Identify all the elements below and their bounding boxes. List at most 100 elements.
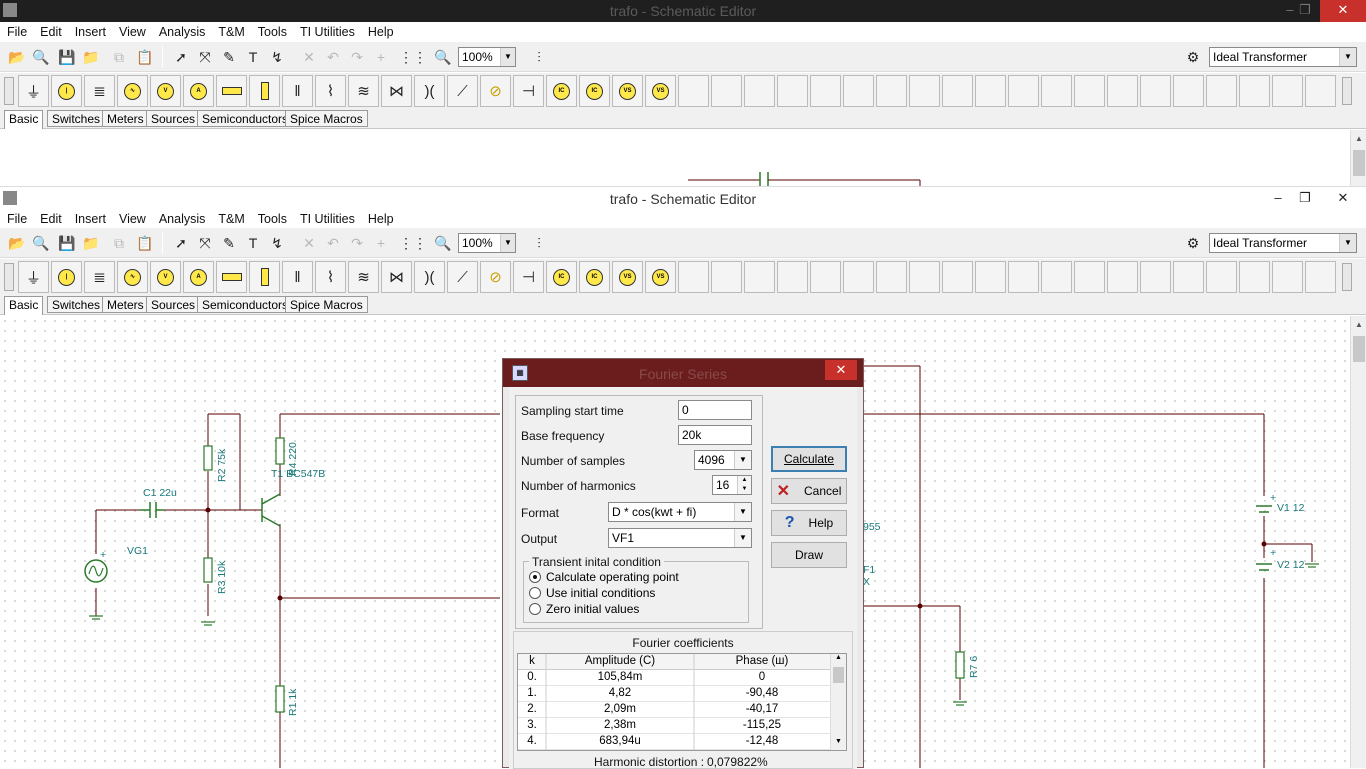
trafo-part-icon[interactable]: ⋈ bbox=[381, 75, 412, 107]
empty-part-slot[interactable] bbox=[1173, 261, 1204, 293]
menu-view[interactable]: View bbox=[112, 22, 152, 39]
current-ctrl2-part-icon[interactable]: IC bbox=[579, 261, 610, 293]
resistor-part-icon[interactable] bbox=[216, 75, 247, 107]
menu-tm[interactable]: T&M bbox=[211, 209, 250, 226]
minimize-button[interactable]: – bbox=[1263, 187, 1293, 209]
multi-ground-part-icon[interactable]: ≣ bbox=[84, 75, 115, 107]
cancel-button[interactable]: ✕ Cancel bbox=[771, 478, 847, 504]
radio-use-initial[interactable]: Use initial conditions bbox=[529, 586, 655, 600]
delete-icon[interactable]: ✕ bbox=[298, 232, 320, 254]
battery-part-icon[interactable]: | bbox=[51, 75, 82, 107]
empty-part-slot[interactable] bbox=[1173, 75, 1204, 107]
text-icon[interactable]: T bbox=[242, 232, 264, 254]
delete-icon[interactable]: ✕ bbox=[298, 46, 320, 68]
empty-part-slot[interactable] bbox=[777, 75, 808, 107]
empty-part-slot[interactable] bbox=[1239, 261, 1270, 293]
voltage-ctrl-part-icon[interactable]: VS bbox=[612, 75, 643, 107]
parts-scroll-left[interactable] bbox=[4, 77, 14, 105]
ammeter-part-icon[interactable]: A bbox=[183, 261, 214, 293]
inductor-part-icon[interactable]: ⌇ bbox=[315, 75, 346, 107]
tab-semiconductors[interactable]: Semiconductors bbox=[197, 110, 294, 127]
num-harmonics-spinner[interactable]: 16 ▲ ▼ bbox=[712, 475, 752, 495]
spinner-arrows-icon[interactable]: ▲ ▼ bbox=[737, 476, 751, 494]
var-resistor-part-icon[interactable]: ⊘ bbox=[480, 261, 511, 293]
open-icon[interactable]: 📂 bbox=[6, 46, 28, 68]
menu-ti-utilities[interactable]: TI Utilities bbox=[293, 209, 361, 226]
analyzer-icon[interactable]: ⫶ bbox=[528, 46, 550, 68]
empty-part-slot[interactable] bbox=[1107, 261, 1138, 293]
paste-icon[interactable]: 📋 bbox=[134, 46, 156, 68]
current-ctrl-part-icon[interactable]: IC bbox=[546, 75, 577, 107]
open-folder-icon[interactable]: 📁 bbox=[80, 232, 102, 254]
radio-calculate-op[interactable]: Calculate operating point bbox=[529, 570, 679, 584]
scroll-up-icon[interactable]: ▲ bbox=[1351, 134, 1366, 148]
component-search-icon[interactable]: ⚙ bbox=[1182, 46, 1204, 68]
redo-icon[interactable]: ↷ bbox=[346, 232, 368, 254]
voltage-ctrl2-part-icon[interactable]: VS bbox=[645, 75, 676, 107]
back-close-button[interactable]: ✕ bbox=[1320, 0, 1366, 22]
parts-scroll-left[interactable] bbox=[4, 263, 14, 291]
scroll-thumb[interactable] bbox=[1353, 150, 1365, 176]
format-select[interactable]: D * cos(kwt + fi) ▼ bbox=[608, 502, 752, 522]
num-samples-select[interactable]: 4096 ▼ bbox=[694, 450, 752, 470]
tab-sources[interactable]: Sources bbox=[146, 296, 201, 313]
transformer-part-icon[interactable]: ≋ bbox=[348, 261, 379, 293]
menu-edit[interactable]: Edit bbox=[33, 22, 68, 39]
tab-switches[interactable]: Switches bbox=[47, 110, 106, 127]
menu-help[interactable]: Help bbox=[361, 22, 400, 39]
current-ctrl2-part-icon[interactable]: IC bbox=[579, 75, 610, 107]
menu-ti-utilities[interactable]: TI Utilities bbox=[293, 22, 361, 39]
maximize-button[interactable]: ❐ bbox=[1290, 187, 1320, 209]
menu-analysis[interactable]: Analysis bbox=[152, 209, 212, 226]
dialog-close-button[interactable]: ✕ bbox=[825, 360, 857, 380]
menu-insert[interactable]: Insert bbox=[68, 209, 112, 226]
open-folder-icon[interactable]: 📁 bbox=[80, 46, 102, 68]
empty-part-slot[interactable] bbox=[1074, 75, 1105, 107]
menu-view[interactable]: View bbox=[112, 209, 152, 226]
switch-part-icon[interactable]: ⟋ bbox=[447, 75, 478, 107]
empty-part-slot[interactable] bbox=[810, 261, 841, 293]
redo-icon[interactable]: ↷ bbox=[346, 46, 368, 68]
empty-part-slot[interactable] bbox=[744, 261, 775, 293]
voltmeter-part-icon[interactable]: V bbox=[150, 261, 181, 293]
wire-icon[interactable]: ⤧ bbox=[194, 46, 216, 68]
empty-part-slot[interactable] bbox=[1272, 261, 1303, 293]
empty-part-slot[interactable] bbox=[1041, 75, 1072, 107]
empty-part-slot[interactable] bbox=[678, 75, 709, 107]
tab-basic[interactable]: Basic bbox=[4, 110, 44, 129]
vertical-scrollbar[interactable]: ▲ bbox=[1350, 316, 1366, 768]
tab-meters[interactable]: Meters bbox=[102, 110, 149, 127]
switch-part-icon[interactable]: ⟋ bbox=[447, 261, 478, 293]
terminal-part-icon[interactable]: ⊣ bbox=[513, 261, 544, 293]
zoom-icon[interactable]: 🔍 bbox=[432, 46, 454, 68]
parts-scroll-right[interactable] bbox=[1342, 77, 1352, 105]
menu-insert[interactable]: Insert bbox=[68, 22, 112, 39]
tab-spice-macros[interactable]: Spice Macros bbox=[285, 296, 368, 313]
zoom-select[interactable]: 100% ▼ bbox=[458, 47, 516, 67]
radio-zero-initial[interactable]: Zero initial values bbox=[529, 602, 639, 616]
capacitor-part-icon[interactable]: ‖ bbox=[282, 75, 313, 107]
ammeter-part-icon[interactable]: A bbox=[183, 75, 214, 107]
scroll-thumb[interactable] bbox=[1353, 336, 1365, 362]
pot-part-icon[interactable] bbox=[249, 75, 280, 107]
tab-meters[interactable]: Meters bbox=[102, 296, 149, 313]
menu-edit[interactable]: Edit bbox=[33, 209, 68, 226]
battery-part-icon[interactable]: | bbox=[51, 261, 82, 293]
browse-icon[interactable]: 🔍 bbox=[30, 46, 52, 68]
tab-basic[interactable]: Basic bbox=[4, 296, 44, 315]
empty-part-slot[interactable] bbox=[744, 75, 775, 107]
browse-icon[interactable]: 🔍 bbox=[30, 232, 52, 254]
pointer-icon[interactable]: ➚ bbox=[170, 46, 192, 68]
undo-icon[interactable]: ↶ bbox=[322, 46, 344, 68]
empty-part-slot[interactable] bbox=[777, 261, 808, 293]
empty-part-slot[interactable] bbox=[843, 75, 874, 107]
calculate-button[interactable]: Calculate bbox=[771, 446, 847, 472]
component-select[interactable]: Ideal Transformer ▼ bbox=[1209, 47, 1357, 67]
var-resistor-part-icon[interactable]: ⊘ bbox=[480, 75, 511, 107]
empty-part-slot[interactable] bbox=[975, 261, 1006, 293]
voltage-ctrl2-part-icon[interactable]: VS bbox=[645, 261, 676, 293]
tab-semiconductors[interactable]: Semiconductors bbox=[197, 296, 294, 313]
menu-tools[interactable]: Tools bbox=[251, 209, 293, 226]
back-schematic-canvas[interactable] bbox=[0, 130, 1350, 186]
ground-part-icon[interactable]: ⏚ bbox=[18, 75, 49, 107]
